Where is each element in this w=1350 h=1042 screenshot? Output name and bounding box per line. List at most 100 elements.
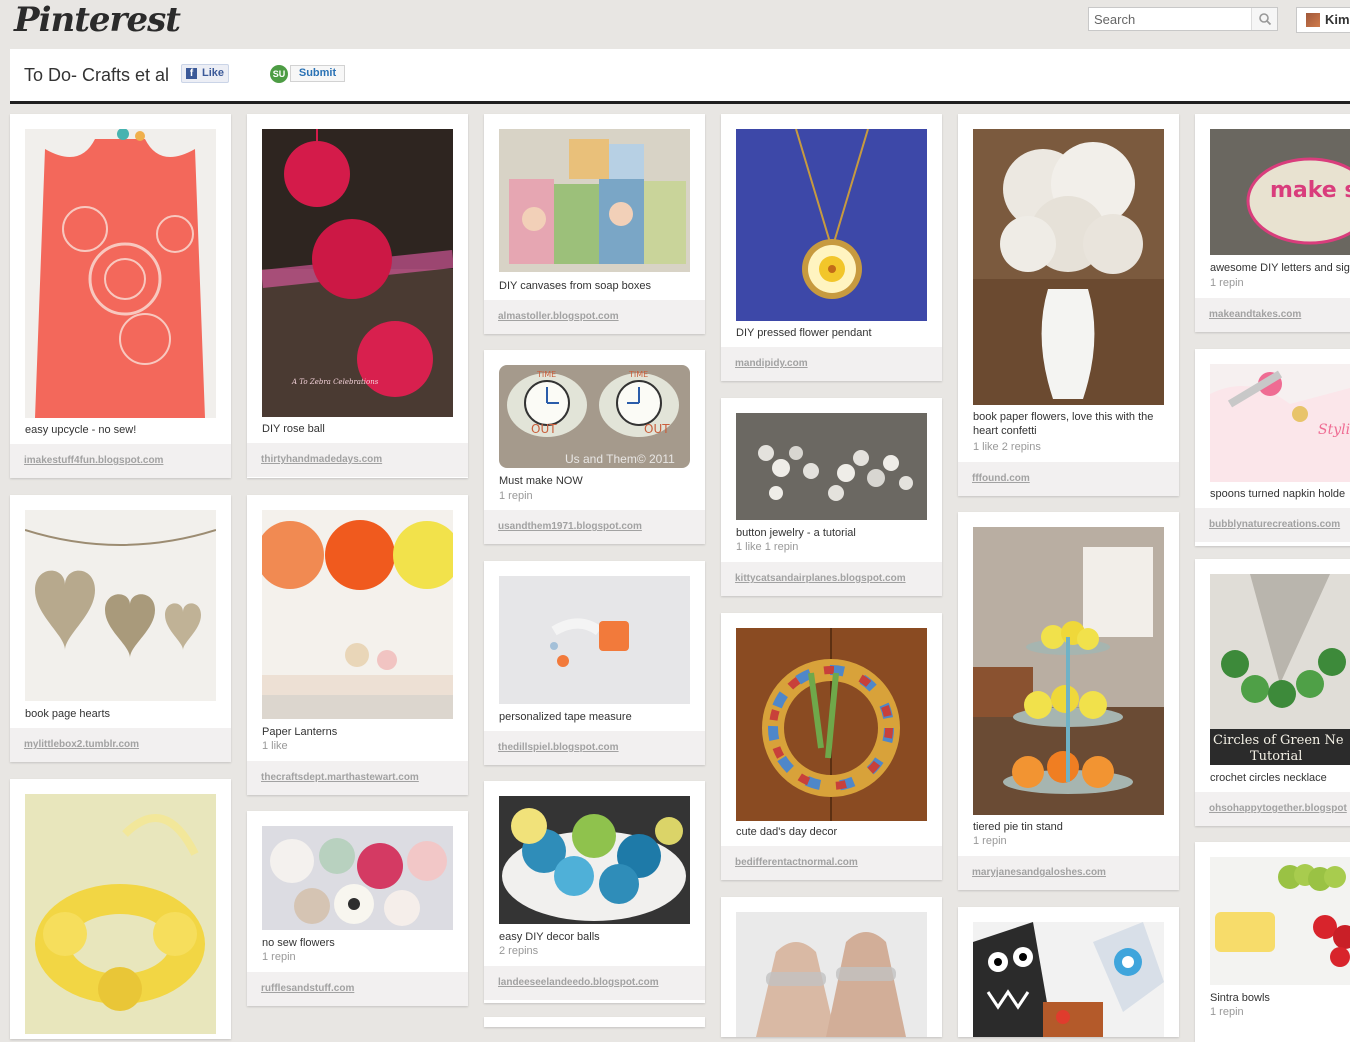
pin-source-link[interactable]: usandthem1971.blogspot.com: [498, 521, 642, 532]
pin-image[interactable]: [262, 826, 453, 930]
pin-description: spoons turned napkin holde: [1210, 488, 1346, 500]
pin-image[interactable]: [499, 576, 690, 704]
pin-stats: 1 like 1 repin: [736, 541, 799, 553]
user-menu[interactable]: Kim: [1296, 7, 1350, 33]
tutorial-caption: Tutorial: [1250, 749, 1302, 764]
pin-stats: 1 repin: [1210, 1006, 1244, 1018]
pin-description: personalized tape measure: [499, 711, 632, 723]
pin-card[interactable]: Stylish Napki spoons turned napkin holde…: [1195, 349, 1350, 546]
pin-card[interactable]: [484, 1017, 705, 1027]
pin-image[interactable]: [973, 129, 1164, 405]
pin-source-link[interactable]: mandipidy.com: [735, 358, 808, 369]
pin-source-link[interactable]: landeeseelandeedo.blogspot.com: [498, 977, 659, 988]
clock-label: OUT: [531, 422, 557, 436]
board-title: To Do- Crafts et al: [24, 65, 170, 85]
pin-source-link[interactable]: thedillspiel.blogspot.com: [498, 742, 619, 753]
pin-card[interactable]: Circles of Green Ne Tutorial crochet cir…: [1195, 559, 1350, 826]
pin-image[interactable]: [736, 628, 927, 821]
pin-card[interactable]: DIY canvases from soap boxes almastoller…: [484, 114, 705, 334]
pin-source-link[interactable]: rufflesandstuff.com: [261, 983, 354, 994]
pin-card[interactable]: easy DIY decor balls 2 repins landeeseel…: [484, 781, 705, 1003]
pin-image[interactable]: [736, 129, 927, 321]
pin-card[interactable]: personalized tape measure thedillspiel.b…: [484, 561, 705, 765]
pin-source-link[interactable]: kittycatsandairplanes.blogspot.com: [735, 573, 906, 584]
pin-card[interactable]: DIY pressed flower pendant mandipidy.com: [721, 114, 942, 381]
pin-source-link[interactable]: bubblynaturecreations.com: [1209, 519, 1340, 530]
pin-image[interactable]: Stylish Napki: [1210, 364, 1350, 482]
pin-source[interactable]: ohsohappytogether.blogspot: [1195, 792, 1350, 826]
pin-stats: 2 repins: [499, 945, 539, 957]
pin-description: cute dad's day decor: [736, 826, 838, 838]
pin-card[interactable]: cute dad's day decor bedifferentactnorma…: [721, 613, 942, 880]
pin-source-link[interactable]: imakestuff4fun.blogspot.com: [24, 455, 163, 466]
pin-source[interactable]: imakestuff4fun.blogspot.com: [10, 444, 231, 478]
pin-image[interactable]: [262, 510, 453, 719]
pin-source[interactable]: mandipidy.com: [721, 347, 942, 381]
stumbleupon-submit-button[interactable]: Submit: [290, 65, 345, 82]
search-icon: [1259, 13, 1272, 26]
pinterest-logo[interactable]: Pinterest: [14, 0, 181, 40]
pin-source-link[interactable]: bedifferentactnormal.com: [735, 857, 858, 868]
pin-card[interactable]: [958, 907, 1179, 1037]
pin-source[interactable]: makeandtakes.com: [1195, 298, 1350, 332]
pin-card[interactable]: button jewelry - a tutorial 1 like 1 rep…: [721, 398, 942, 596]
search-input[interactable]: [1089, 8, 1251, 30]
pin-card[interactable]: tiered pie tin stand 1 repin maryjanesan…: [958, 512, 1179, 890]
pin-image[interactable]: [499, 129, 690, 272]
pin-image[interactable]: [25, 794, 216, 1034]
pin-stats: 1 repin: [262, 951, 296, 963]
pin-source-link[interactable]: fffound.com: [972, 473, 1030, 484]
pin-source[interactable]: mylittlebox2.tumblr.com: [10, 728, 231, 762]
pin-source-link[interactable]: almastoller.blogspot.com: [498, 311, 619, 322]
pin-image[interactable]: [1210, 857, 1350, 985]
facebook-like-button[interactable]: f Like: [181, 64, 229, 83]
pin-source-link[interactable]: thecraftsdept.marthastewart.com: [261, 772, 419, 783]
pin-card[interactable]: A To Zebra Celebrations DIY rose ball th…: [247, 114, 468, 478]
pin-source[interactable]: bedifferentactnormal.com: [721, 846, 942, 880]
pin-description: no sew flowers: [262, 937, 335, 949]
pin-source[interactable]: maryjanesandgaloshes.com: [958, 856, 1179, 890]
pin-image[interactable]: [973, 922, 1164, 1037]
pin-description: DIY pressed flower pendant: [736, 327, 872, 339]
pin-source-link[interactable]: ohsohappytogether.blogspot: [1209, 803, 1347, 814]
pin-card[interactable]: book page hearts mylittlebox2.tumblr.com: [10, 495, 231, 762]
pin-source-link[interactable]: mylittlebox2.tumblr.com: [24, 739, 139, 750]
pin-card[interactable]: Sintra bowls 1 repin: [1195, 842, 1350, 1042]
pin-image[interactable]: [736, 912, 927, 1037]
pin-source[interactable]: rufflesandstuff.com: [247, 972, 468, 1006]
stumbleupon-icon[interactable]: SU: [270, 65, 288, 83]
pin-card[interactable]: [10, 779, 231, 1039]
pin-source[interactable]: thedillspiel.blogspot.com: [484, 731, 705, 765]
clock-label: TIME: [628, 370, 648, 379]
pin-image[interactable]: Circles of Green Ne Tutorial: [1210, 574, 1350, 765]
pin-image[interactable]: [499, 796, 690, 924]
pin-image[interactable]: TIME TIME OUT OUT Us and Them© 2011: [499, 365, 690, 468]
pin-source[interactable]: thecraftsdept.marthastewart.com: [247, 761, 468, 795]
pin-source[interactable]: landeeseelandeedo.blogspot.com: [484, 966, 705, 1000]
pin-source[interactable]: fffound.com: [958, 462, 1179, 496]
pin-source-link[interactable]: makeandtakes.com: [1209, 309, 1301, 320]
pin-image[interactable]: [736, 413, 927, 520]
pin-image[interactable]: make stuff: [1210, 129, 1350, 255]
pin-source[interactable]: almastoller.blogspot.com: [484, 300, 705, 334]
pin-image[interactable]: A To Zebra Celebrations: [262, 129, 453, 417]
pin-card[interactable]: no sew flowers 1 repin rufflesandstuff.c…: [247, 811, 468, 1006]
pin-source[interactable]: usandthem1971.blogspot.com: [484, 510, 705, 544]
search-button[interactable]: [1251, 8, 1277, 30]
pin-card[interactable]: book paper flowers, love this with the h…: [958, 114, 1179, 496]
pin-source[interactable]: thirtyhandmadedays.com: [247, 443, 468, 477]
pin-card[interactable]: TIME TIME OUT OUT Us and Them© 2011 Must…: [484, 350, 705, 544]
pin-card[interactable]: Paper Lanterns 1 like thecraftsdept.mart…: [247, 495, 468, 795]
clock-label: OUT: [644, 422, 670, 436]
pin-card[interactable]: easy upcycle - no sew! imakestuff4fun.bl…: [10, 114, 231, 478]
pin-source-link[interactable]: maryjanesandgaloshes.com: [972, 867, 1106, 878]
pin-card[interactable]: [721, 897, 942, 1037]
pin-image[interactable]: [25, 510, 216, 701]
pin-image[interactable]: [973, 527, 1164, 815]
circles-caption: Circles of Green Ne: [1213, 733, 1344, 748]
pin-image[interactable]: [25, 129, 216, 418]
pin-source[interactable]: kittycatsandairplanes.blogspot.com: [721, 562, 942, 596]
pin-source[interactable]: bubblynaturecreations.com: [1195, 508, 1350, 542]
pin-source-link[interactable]: thirtyhandmadedays.com: [261, 454, 382, 465]
pin-card[interactable]: make stuff awesome DIY letters and sig 1…: [1195, 114, 1350, 332]
